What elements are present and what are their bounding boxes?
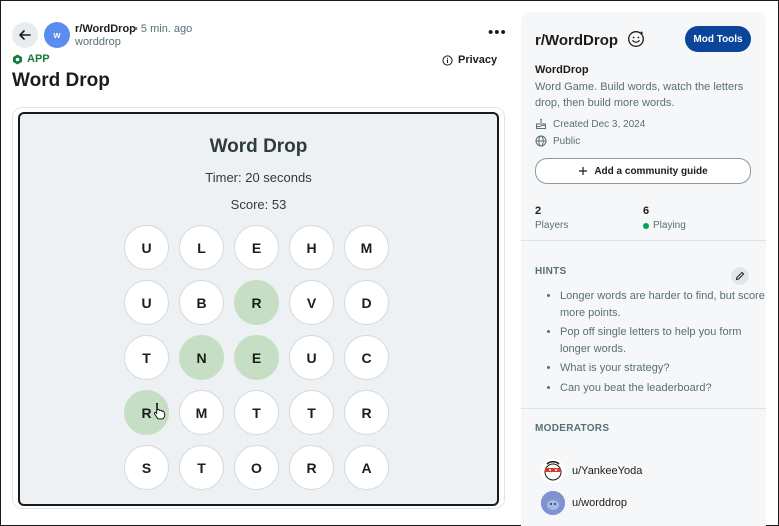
letter-tile[interactable]: T xyxy=(234,390,279,435)
letter-tile[interactable]: A xyxy=(344,445,389,490)
privacy-label: Privacy xyxy=(458,54,498,66)
community-description: Word Game. Build words, watch the letter… xyxy=(535,81,744,109)
stat-players-text: Players xyxy=(535,220,569,231)
app-icon xyxy=(13,54,22,64)
letter-tile[interactable]: O xyxy=(234,445,279,490)
moderator-avatar xyxy=(541,491,565,515)
letter-tile[interactable]: E xyxy=(234,225,279,270)
cake-icon xyxy=(536,118,546,129)
letter-tile[interactable]: S xyxy=(124,445,169,490)
hints-list: Longer words are harder to find, but sco… xyxy=(547,288,765,399)
back-button[interactable] xyxy=(12,22,38,48)
created-date: Created Dec 3, 2024 xyxy=(553,118,646,130)
visibility-label: Public xyxy=(553,135,581,147)
author-link[interactable]: worddrop xyxy=(75,36,121,48)
moderator-item[interactable]: u/worddrop xyxy=(541,491,627,515)
letter-tile[interactable]: U xyxy=(124,225,169,270)
letter-tile[interactable]: M xyxy=(179,390,224,435)
pencil-icon xyxy=(735,271,745,281)
stat-playing-value: 6 xyxy=(643,205,650,217)
moderator-item[interactable]: u/YankeeYoda xyxy=(541,459,642,483)
plus-icon xyxy=(579,167,588,175)
post-title: Word Drop xyxy=(12,70,110,91)
letter-tile[interactable]: T xyxy=(289,390,334,435)
game-score: Score: 53 xyxy=(230,197,287,212)
letter-tile[interactable]: E xyxy=(234,335,279,380)
divider xyxy=(521,408,766,409)
letter-tile[interactable]: R xyxy=(234,280,279,325)
letter-tile[interactable]: R xyxy=(344,390,389,435)
sidebar-title[interactable]: r/WordDrop xyxy=(535,32,618,49)
letter-tile[interactable]: N xyxy=(179,335,224,380)
moderators-heading: MODERATORS xyxy=(535,423,610,434)
app-badge-label: APP xyxy=(27,53,50,65)
stat-playing-text: Playing xyxy=(653,220,686,231)
letter-tile[interactable]: R xyxy=(289,445,334,490)
snoo-avatar-icon xyxy=(541,491,565,515)
sidebar: r/WordDrop Mod Tools WordDrop Word Game.… xyxy=(521,12,766,526)
divider xyxy=(521,240,766,241)
arrow-left-icon xyxy=(19,30,31,40)
letter-tile[interactable]: U xyxy=(289,335,334,380)
hints-heading: HINTS xyxy=(535,266,567,277)
stat-players-value: 2 xyxy=(535,205,542,217)
privacy-link[interactable]: Privacy xyxy=(442,54,497,66)
letter-tile[interactable]: V xyxy=(289,280,334,325)
edit-hints-button[interactable] xyxy=(731,267,749,285)
online-dot-icon xyxy=(643,222,649,229)
letter-tile[interactable]: C xyxy=(344,335,389,380)
mouse-pointer-icon xyxy=(153,403,166,420)
letter-tile[interactable]: T xyxy=(124,335,169,380)
post-area: w r/WordDrop • 5 min. ago worddrop ••• A… xyxy=(0,0,515,526)
game-canvas[interactable]: Word Drop Timer: 20 seconds Score: 53 UL… xyxy=(18,112,499,506)
smiley-icon[interactable] xyxy=(627,30,645,48)
hint-item: Longer words are harder to find, but sco… xyxy=(560,288,765,321)
moderator-name: u/worddrop xyxy=(572,497,628,509)
subreddit-link[interactable]: r/WordDrop xyxy=(75,23,136,35)
letter-tile[interactable]: H xyxy=(289,225,334,270)
add-community-guide-button[interactable]: Add a community guide xyxy=(535,158,751,184)
visibility-row: Public xyxy=(535,135,580,147)
letter-tile[interactable]: M xyxy=(344,225,389,270)
game-title: Word Drop xyxy=(209,136,308,157)
stat-players-label: Players xyxy=(535,220,568,231)
ninja-avatar-icon xyxy=(544,460,562,481)
moderator-avatar xyxy=(541,459,565,483)
letter-tile[interactable]: L xyxy=(179,225,224,270)
add-community-guide-label: Add a community guide xyxy=(594,165,708,177)
letter-tile[interactable]: D xyxy=(344,280,389,325)
hint-item: Pop off single letters to help you form … xyxy=(560,324,765,357)
community-name: WordDrop xyxy=(535,64,589,76)
app-badge: APP xyxy=(12,53,50,65)
letter-tile[interactable]: U xyxy=(124,280,169,325)
hint-item: Can you beat the leaderboard? xyxy=(560,380,765,397)
subreddit-avatar[interactable]: w xyxy=(44,22,70,48)
letter-tile[interactable]: T xyxy=(179,445,224,490)
game-timer: Timer: 20 seconds xyxy=(205,170,312,185)
post-time: • 5 min. ago xyxy=(134,23,193,35)
info-icon xyxy=(442,54,453,66)
moderator-name: u/YankeeYoda xyxy=(572,465,643,477)
hint-item: What is your strategy? xyxy=(560,360,765,377)
letter-tile[interactable]: B xyxy=(179,280,224,325)
stat-playing-label: Playing xyxy=(643,220,686,231)
globe-icon xyxy=(535,135,547,147)
created-row: Created Dec 3, 2024 xyxy=(535,118,645,130)
mod-tools-button[interactable]: Mod Tools xyxy=(685,26,751,52)
more-options-button[interactable]: ••• xyxy=(488,24,507,41)
